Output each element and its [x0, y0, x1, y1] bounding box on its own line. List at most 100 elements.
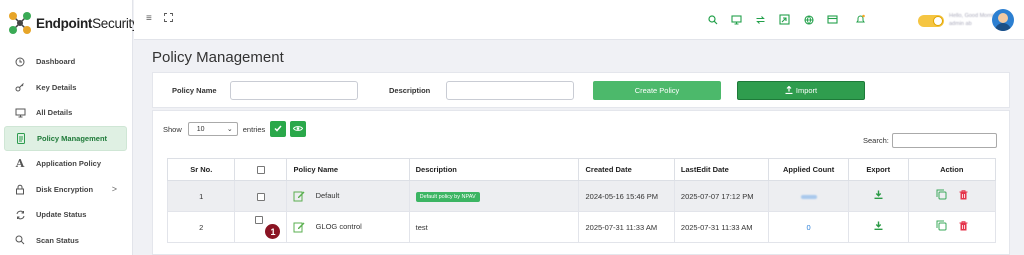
bell-icon[interactable] [854, 13, 867, 26]
logo-mark-icon [8, 11, 32, 35]
sidebar-item-application-policy[interactable]: A Application Policy [4, 151, 127, 177]
refresh-icon [14, 209, 26, 221]
description-label: Description [389, 86, 431, 95]
cell-applied-count: 0 [768, 211, 849, 243]
policy-table: Sr No. Policy Name Description Created D… [166, 158, 997, 243]
download-icon[interactable] [874, 190, 883, 202]
sidebar-item-scan-status[interactable]: Scan Status [4, 228, 127, 254]
trash-icon[interactable] [959, 221, 968, 234]
col-select-all [234, 158, 288, 181]
policy-name-text: GLOG control [315, 221, 362, 231]
device-arrow-icon[interactable] [778, 13, 791, 26]
import-button[interactable]: Import [737, 81, 865, 100]
cell-applied-count [768, 180, 849, 212]
menu-icon[interactable]: ≡ [146, 13, 152, 25]
table-search: Search: [863, 133, 997, 148]
search-label: Search: [863, 136, 889, 145]
card-icon[interactable] [826, 13, 839, 26]
sidebar-item-all-details[interactable]: All Details [4, 100, 127, 126]
select-all-checkbox[interactable] [256, 166, 265, 174]
search-input[interactable] [891, 133, 997, 148]
chevron-right-icon: > [111, 184, 117, 195]
globe-icon[interactable] [802, 13, 815, 26]
cell-description: Default policy by NPAV [408, 180, 580, 212]
sidebar-item-key-details[interactable]: Key Details [4, 75, 127, 101]
entries-select[interactable]: 10 ⌄ [187, 122, 238, 136]
apply-check-button[interactable] [270, 121, 287, 137]
brand-name: EndpointSecurity [36, 15, 139, 31]
cell-sr: 1 [166, 180, 236, 212]
table-row: 2 1 GLOG control test 2025-07-31 11:33 A… [166, 211, 997, 243]
cell-select [234, 180, 288, 212]
description-badge: Default policy by NPAV [415, 191, 480, 202]
create-policy-button[interactable]: Create Policy [593, 81, 721, 100]
table-header-row: Sr No. Policy Name Description Created D… [166, 158, 997, 181]
clock-icon [14, 56, 26, 68]
monitor-icon[interactable] [730, 13, 743, 26]
policy-name-text: Default [315, 190, 340, 200]
cell-description: test [408, 211, 580, 243]
letter-a-icon: A [15, 157, 25, 171]
sidebar-item-label: Key Details [36, 82, 77, 92]
cell-export [847, 211, 909, 243]
view-button[interactable] [290, 121, 307, 137]
col-applied-count[interactable]: Applied Count [768, 158, 849, 181]
logo[interactable]: EndpointSecurity [8, 11, 139, 35]
search-icon[interactable] [706, 13, 719, 26]
row-checkbox[interactable] [255, 216, 264, 224]
sidebar-item-label: Scan Status [36, 235, 79, 245]
copy-icon[interactable] [936, 189, 947, 203]
upload-icon [785, 85, 793, 96]
sidebar-item-label: Application Policy [36, 159, 102, 169]
col-policy-name[interactable]: Policy Name [286, 158, 410, 181]
sidebar-item-policy-management[interactable]: Policy Management [4, 125, 127, 151]
top-bar: ≡ Hello, Good Morning admin ab [134, 0, 1024, 40]
trash-icon[interactable] [959, 190, 968, 203]
sidebar-item-label: Update Status [36, 210, 87, 220]
fullscreen-icon[interactable] [163, 13, 173, 25]
copy-icon[interactable] [936, 220, 947, 234]
policy-name-input[interactable] [230, 81, 358, 100]
cell-select: 1 [234, 211, 288, 243]
applied-count-link[interactable]: 0 [807, 223, 811, 232]
cell-created: 2025-07-31 11:33 AM [578, 211, 675, 243]
theme-toggle[interactable] [918, 15, 944, 27]
sun-icon [933, 16, 943, 26]
cell-export [847, 180, 909, 212]
col-action: Action [907, 158, 997, 181]
search-icon [14, 234, 26, 246]
sidebar-item-label: All Details [36, 108, 73, 118]
row-checkbox[interactable] [256, 192, 265, 201]
avatar[interactable] [992, 9, 1014, 31]
col-export: Export [847, 158, 909, 181]
sidebar-item-update-status[interactable]: Update Status [4, 202, 127, 228]
col-sr-no[interactable]: Sr No. [166, 158, 236, 181]
sidebar-item-label: Policy Management [37, 133, 108, 143]
sidebar-item-label: Dashboard [36, 57, 76, 67]
cell-policy-name: Default [286, 180, 410, 212]
cell-created: 2024-05-16 15:46 PM [578, 180, 675, 212]
monitor-icon [14, 107, 26, 119]
sidebar-item-dashboard[interactable]: Dashboard [4, 49, 127, 75]
policy-list-card: Show 10 ⌄ entries Search: Sr No. Policy … [152, 110, 1010, 255]
entries-label: entries [242, 124, 266, 134]
key-icon [14, 81, 26, 93]
document-icon [15, 132, 27, 144]
description-input[interactable] [446, 81, 574, 100]
cell-policy-name: GLOG control [286, 211, 410, 243]
col-description[interactable]: Description [408, 158, 580, 181]
applied-count-link[interactable] [800, 194, 817, 199]
sync-icon[interactable] [754, 13, 767, 26]
edit-icon[interactable] [293, 190, 305, 202]
show-label: Show [163, 124, 182, 134]
edit-icon[interactable] [293, 221, 305, 233]
col-created-date[interactable]: Created Date [578, 158, 675, 181]
col-lastedit-date[interactable]: LastEdit Date [673, 158, 770, 181]
check-icon [274, 124, 282, 134]
cell-action [907, 180, 997, 212]
cell-action [907, 211, 997, 243]
sidebar-item-disk-encryption[interactable]: Disk Encryption > [4, 177, 127, 203]
download-icon[interactable] [874, 221, 883, 233]
policy-name-label: Policy Name [172, 86, 217, 95]
cell-edited: 2025-07-31 11:33 AM [673, 211, 770, 243]
